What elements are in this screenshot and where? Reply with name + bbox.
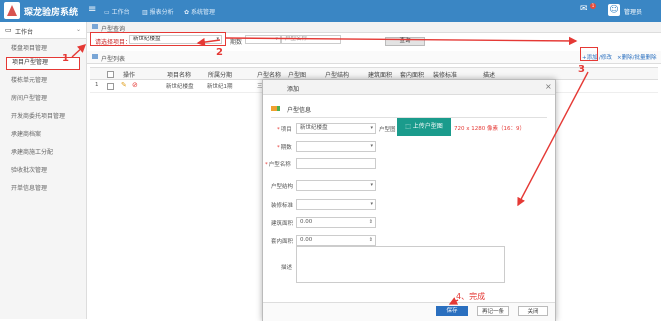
arrow-1	[71, 44, 87, 58]
annotation-step-1: 1	[62, 53, 69, 64]
arrow-to-add	[225, 36, 578, 46]
arrow-2	[196, 37, 221, 47]
annotation-step-2: 2	[216, 47, 223, 58]
annotation-step-4: 4、完成	[456, 292, 486, 301]
annotation-step-3: 3	[578, 64, 585, 75]
annotation-arrows	[71, 36, 589, 305]
arrow-to-dialog	[517, 71, 589, 207]
